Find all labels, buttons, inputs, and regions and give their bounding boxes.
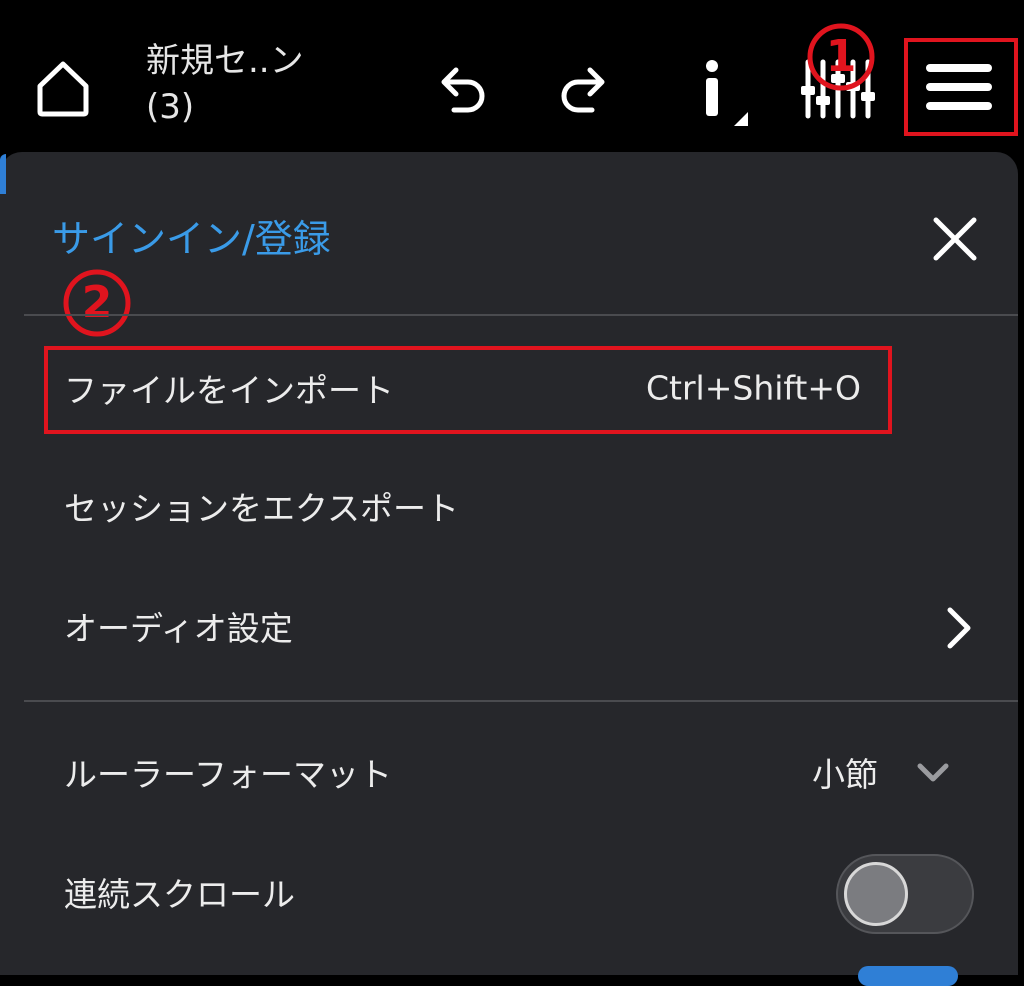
panel-accent-edge [0, 154, 6, 194]
signin-register-link[interactable]: サインイン/登録 [52, 208, 331, 263]
close-icon[interactable] [930, 214, 980, 264]
project-title[interactable]: 新規セ..ン (3) [146, 38, 366, 130]
continuous-scroll-toggle[interactable] [836, 854, 974, 934]
menu-item-export-session[interactable]: セッションをエクスポート [24, 466, 1018, 546]
annotation-marker-2: 2 [62, 268, 132, 338]
menu-item-label: セッションをエクスポート [64, 489, 460, 528]
toggle-knob [844, 862, 908, 926]
project-title-line2: (3) [146, 87, 195, 127]
annotation-box-menu [904, 38, 1018, 136]
menu-item-audio-settings[interactable]: オーディオ設定 [24, 586, 1018, 666]
ruler-format-value[interactable]: 小節 [812, 748, 878, 796]
divider [24, 314, 1018, 316]
menu-item-label: 連続スクロール [64, 875, 295, 914]
undo-icon[interactable] [434, 62, 490, 118]
menu-item-ruler-format[interactable]: ルーラーフォーマット 小節 [24, 732, 1018, 812]
partial-toggle-next[interactable] [858, 966, 958, 986]
annotation-marker-1: 1 [806, 22, 876, 92]
annotation-number-1: 1 [825, 31, 857, 82]
chevron-down-icon[interactable] [916, 762, 950, 784]
home-icon[interactable] [34, 58, 92, 118]
annotation-box-import [44, 346, 892, 434]
menu-item-label: オーディオ設定 [64, 609, 293, 648]
redo-icon[interactable] [556, 62, 612, 118]
chevron-right-icon [947, 607, 971, 649]
menu-item-label: ルーラーフォーマット [64, 755, 393, 794]
info-icon[interactable] [694, 58, 752, 128]
project-title-line1: 新規セ..ン [146, 41, 304, 81]
annotation-number-2: 2 [81, 277, 113, 328]
divider [24, 700, 1018, 702]
